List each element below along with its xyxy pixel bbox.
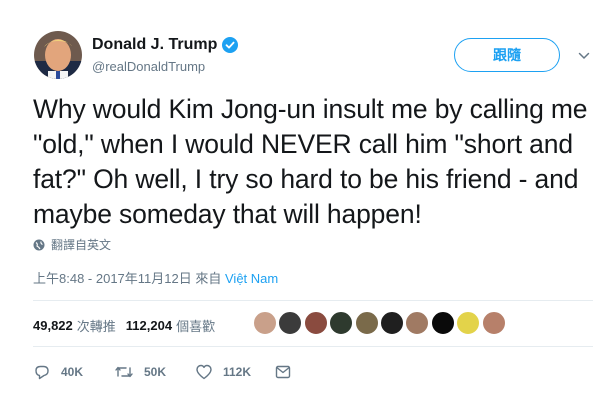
translate-link[interactable]: 翻譯自英文 [33, 236, 111, 253]
direct-message-button[interactable] [274, 363, 302, 381]
tweet-stats: 49,822 次轉推 112,204 個喜歡 [33, 316, 215, 335]
tweet-meta: 上午8:48 - 2017年11月12日 來自 Việt Nam [33, 268, 278, 287]
retweet-count: 50K [144, 365, 167, 379]
globe-icon [33, 239, 45, 250]
reply-button[interactable]: 40K [33, 363, 114, 381]
liker-avatar[interactable] [456, 311, 481, 335]
heart-icon [196, 364, 212, 380]
chevron-down-icon[interactable] [578, 50, 590, 62]
liker-avatar[interactable] [354, 311, 379, 335]
handle[interactable]: @realDonaldTrump [92, 59, 205, 74]
reply-icon [35, 365, 49, 380]
location-link[interactable]: Việt Nam [225, 271, 278, 286]
tweet-text: Why would Kim Jong-un insult me by calli… [33, 94, 588, 229]
retweet-stat[interactable]: 49,822 次轉推 [33, 316, 116, 335]
liker-avatars [253, 311, 507, 335]
retweet-button[interactable]: 50K [114, 363, 195, 381]
like-stat-label: 個喜歡 [176, 319, 216, 334]
retweet-stat-label: 次轉推 [76, 319, 116, 334]
display-name[interactable]: Donald J. Trump [92, 36, 217, 54]
like-stat-count: 112,204 [125, 318, 173, 333]
retweet-icon [115, 366, 133, 378]
reply-count: 40K [61, 365, 84, 379]
liker-avatar[interactable] [379, 311, 404, 335]
liker-avatar[interactable] [303, 311, 328, 335]
divider-bottom [33, 346, 593, 347]
like-stat[interactable]: 112,204 個喜歡 [126, 316, 215, 335]
translate-label: 翻譯自英文 [51, 238, 112, 252]
liker-avatar[interactable] [430, 311, 455, 335]
retweet-stat-count: 49,822 [33, 318, 73, 333]
like-count: 112K [223, 365, 252, 379]
liker-avatar[interactable] [253, 311, 277, 335]
from-label: 來自 [195, 271, 222, 286]
divider-top [33, 300, 593, 301]
author-name-row: Donald J. Trump [92, 36, 239, 54]
message-icon [275, 365, 291, 379]
tweet-card: Donald J. Trump @realDonaldTrump 跟隨 Why … [0, 0, 606, 409]
liker-avatar[interactable] [481, 311, 506, 335]
avatar[interactable] [34, 31, 82, 79]
liker-avatar[interactable] [405, 311, 430, 335]
verified-badge-icon [222, 37, 239, 53]
follow-button[interactable]: 跟隨 [454, 38, 560, 72]
timestamp[interactable]: 上午8:48 - 2017年11月12日 [33, 271, 192, 286]
liker-avatar[interactable] [278, 311, 303, 335]
liker-avatar[interactable] [329, 311, 354, 335]
tweet-actions: 40K 50K 112K [33, 363, 302, 381]
like-button[interactable]: 112K [195, 363, 274, 381]
